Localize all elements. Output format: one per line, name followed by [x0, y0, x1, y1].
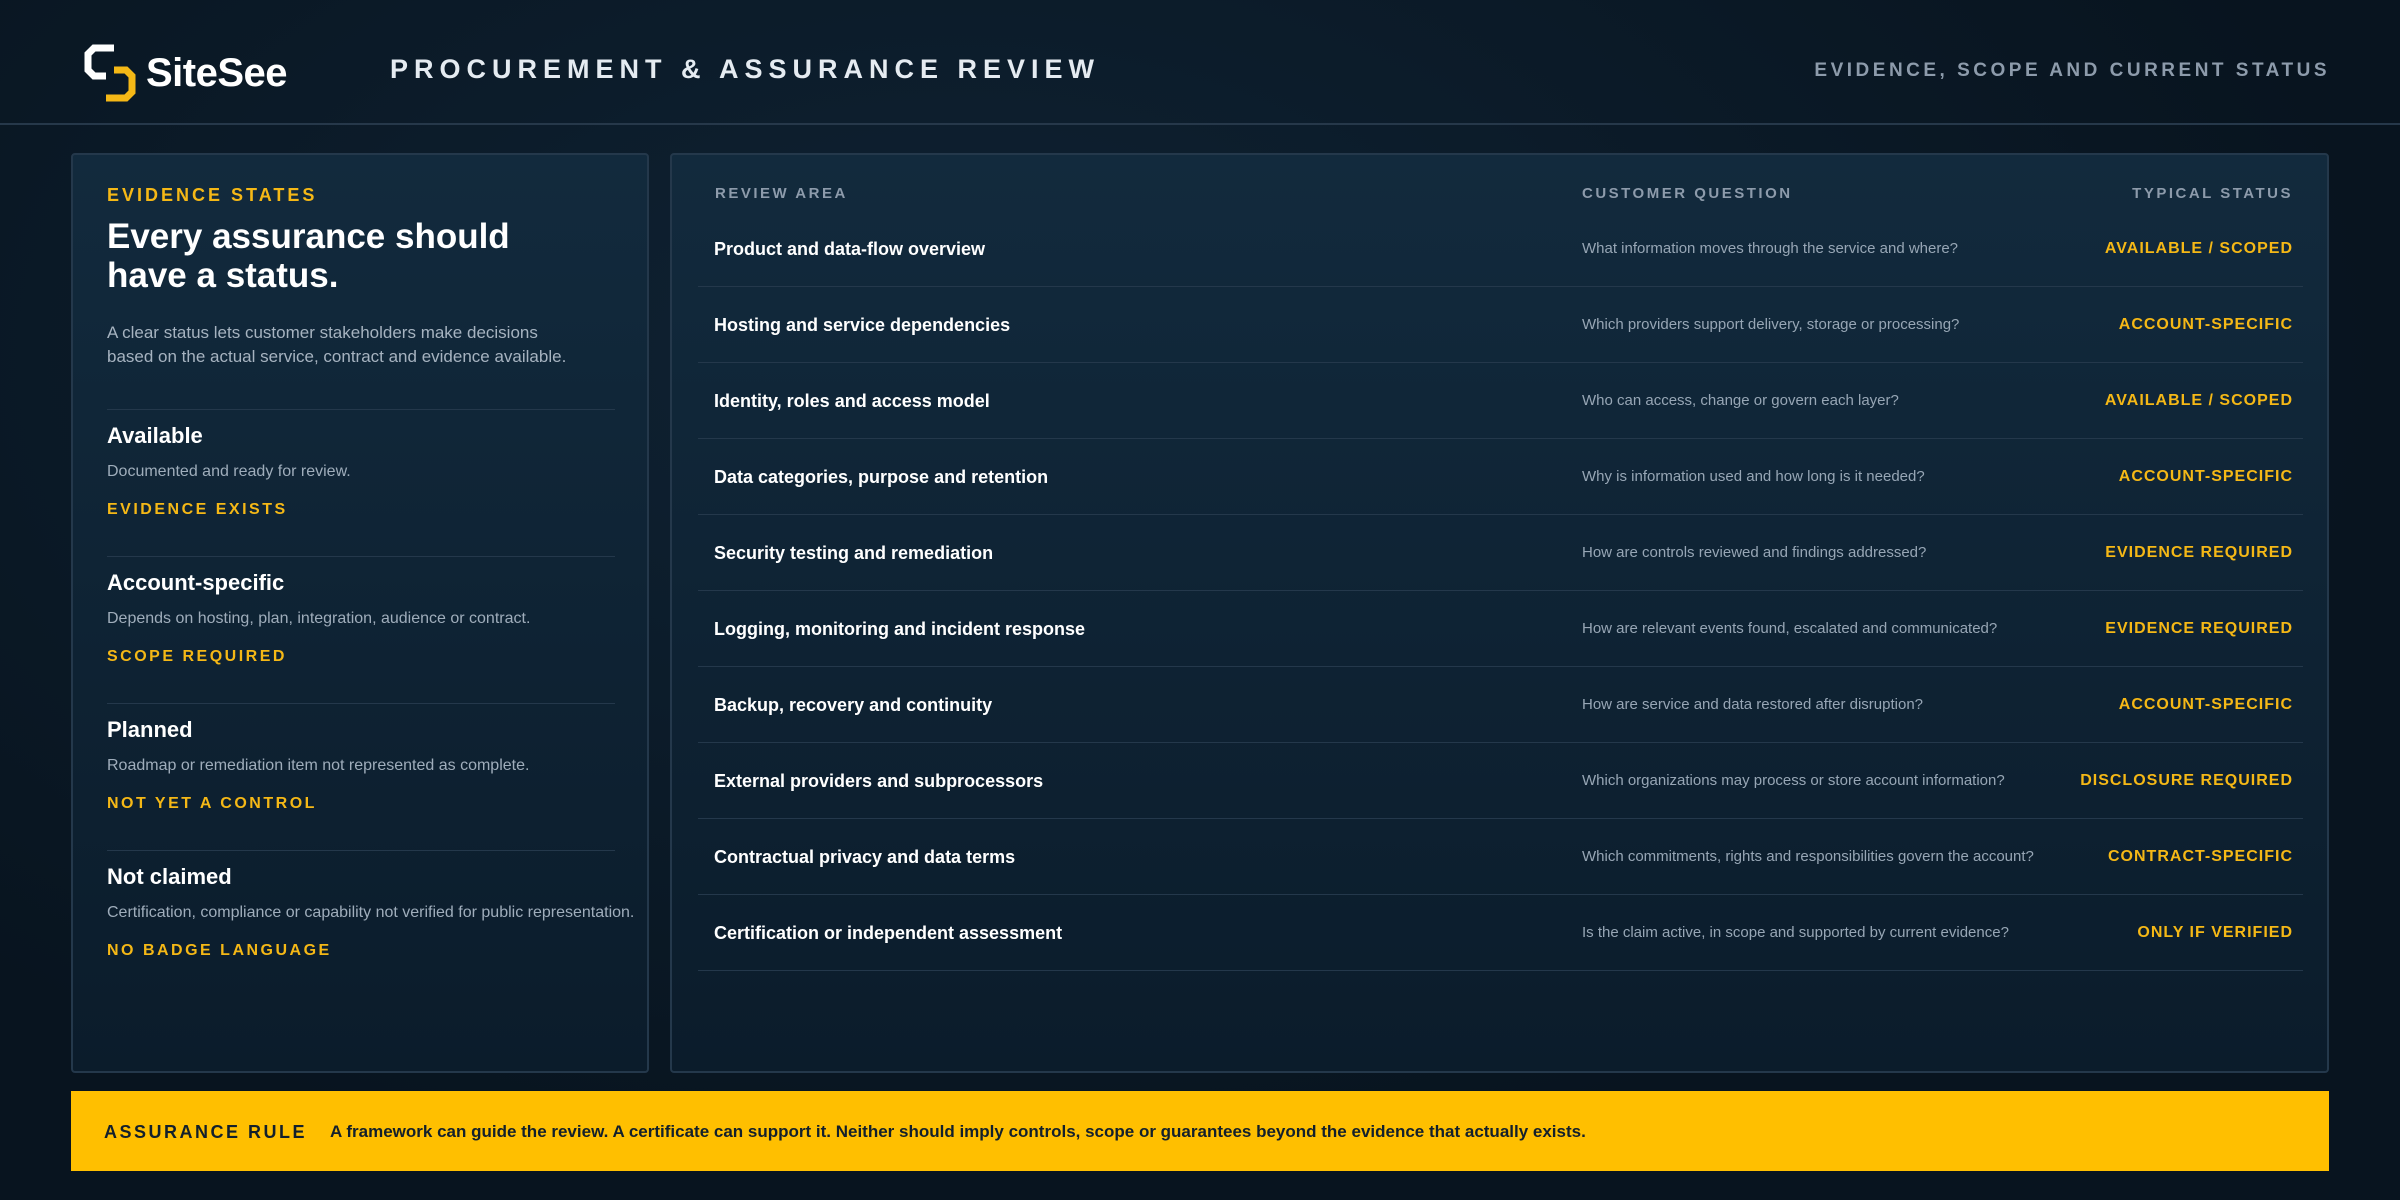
customer-question-cell: What information moves through the servi…	[1582, 240, 1959, 257]
table-row[interactable]: Logging, monitoring and incident respons…	[698, 591, 2303, 667]
column-header-question: CUSTOMER QUESTION	[1582, 185, 1793, 202]
customer-question-cell: How are service and data restored after …	[1582, 696, 1924, 713]
customer-question-cell: Which commitments, rights and responsibi…	[1582, 848, 2034, 865]
table-row[interactable]: External providers and subprocessors Whi…	[698, 743, 2303, 819]
table-row[interactable]: Hosting and service dependencies Which p…	[698, 287, 2303, 363]
sitesee-logo-icon	[84, 44, 136, 102]
state-tag: NO BADGE LANGUAGE	[107, 942, 332, 959]
customer-question-cell: Which providers support delivery, storag…	[1582, 316, 1960, 333]
review-table: REVIEW AREA CUSTOMER QUESTION TYPICAL ST…	[670, 153, 2329, 1073]
review-area-cell: Logging, monitoring and incident respons…	[714, 619, 1085, 639]
status-badge: ACCOUNT-SPECIFIC	[2118, 316, 2293, 333]
review-area-cell: Identity, roles and access model	[714, 391, 990, 411]
column-header-area: REVIEW AREA	[715, 185, 848, 202]
table-row[interactable]: Security testing and remediation How are…	[698, 515, 2303, 591]
panel-eyebrow: EVIDENCE STATES	[107, 185, 318, 205]
customer-question-cell: Why is information used and how long is …	[1582, 468, 1925, 485]
header: SiteSee PROCUREMENT & ASSURANCE REVIEW E…	[0, 0, 2400, 125]
table-row[interactable]: Product and data-flow overview What info…	[698, 211, 2303, 287]
rule-text: A framework can guide the review. A cert…	[330, 1122, 1586, 1141]
customer-question-cell: Who can access, change or govern each la…	[1582, 392, 1899, 409]
state-desc: Roadmap or remediation item not represen…	[107, 757, 530, 774]
review-area-cell: Security testing and remediation	[714, 543, 994, 563]
column-header-status: TYPICAL STATUS	[2132, 185, 2293, 202]
table-row[interactable]: Identity, roles and access model Who can…	[698, 363, 2303, 439]
review-area-cell: Data categories, purpose and retention	[714, 467, 1049, 487]
status-badge: AVAILABLE / SCOPED	[2104, 392, 2293, 409]
table-row[interactable]: Contractual privacy and data terms Which…	[698, 819, 2303, 895]
divider	[107, 850, 615, 851]
state-item-account-specific: Account-specific Depends on hosting, pla…	[107, 570, 647, 666]
status-badge: EVIDENCE REQUIRED	[2105, 544, 2293, 561]
status-badge: AVAILABLE / SCOPED	[2104, 240, 2293, 257]
panel-intro: A clear status lets customer stakeholder…	[107, 323, 567, 366]
page-subtitle: EVIDENCE, SCOPE AND CURRENT STATUS	[1814, 60, 2330, 81]
customer-question-cell: Which organizations may process or store…	[1582, 772, 2005, 789]
state-tag: SCOPE REQUIRED	[107, 648, 287, 665]
state-item-available: Available Documented and ready for revie…	[107, 423, 647, 519]
rule-label: ASSURANCE RULE	[104, 1122, 308, 1142]
divider	[107, 703, 615, 704]
status-badge: DISCLOSURE REQUIRED	[2080, 772, 2293, 789]
state-tag: NOT YET A CONTROL	[107, 795, 317, 812]
state-desc: Documented and ready for review.	[107, 463, 351, 480]
status-badge: ONLY IF VERIFIED	[2137, 924, 2293, 941]
table-row[interactable]: Backup, recovery and continuity How are …	[698, 667, 2303, 743]
status-badge: ACCOUNT-SPECIFIC	[2118, 468, 2293, 485]
page-title: PROCUREMENT & ASSURANCE REVIEW	[390, 54, 1101, 84]
status-badge: ACCOUNT-SPECIFIC	[2118, 696, 2293, 713]
table-row[interactable]: Certification or independent assessment …	[698, 895, 2303, 971]
state-tag: EVIDENCE EXISTS	[107, 501, 288, 518]
review-area-cell: Contractual privacy and data terms	[714, 847, 1016, 867]
state-desc: Depends on hosting, plan, integration, a…	[107, 610, 531, 627]
panel-heading: Every assurance should have a status.	[107, 217, 510, 295]
review-area-cell: Hosting and service dependencies	[714, 315, 1011, 335]
state-desc: Certification, compliance or capability …	[107, 904, 635, 921]
review-area-cell: External providers and subprocessors	[714, 771, 1044, 791]
evidence-states-panel: EVIDENCE STATES Every assurance should h…	[71, 153, 649, 1073]
state-title: Available	[107, 423, 203, 448]
state-item-not-claimed: Not claimed Certification, compliance or…	[107, 864, 647, 960]
review-area-cell: Product and data-flow overview	[714, 239, 986, 259]
table-row[interactable]: Data categories, purpose and retention W…	[698, 439, 2303, 515]
customer-question-cell: Is the claim active, in scope and suppor…	[1582, 924, 2009, 941]
divider	[107, 556, 615, 557]
logo-text: SiteSee	[146, 50, 288, 95]
logo[interactable]: SiteSee	[84, 44, 288, 102]
state-title: Not claimed	[107, 864, 232, 889]
customer-question-cell: How are relevant events found, escalated…	[1582, 620, 1998, 637]
review-area-cell: Certification or independent assessment	[714, 923, 1063, 943]
divider	[107, 409, 615, 410]
assurance-rule-banner: ASSURANCE RULE A framework can guide the…	[71, 1091, 2329, 1171]
state-item-planned: Planned Roadmap or remediation item not …	[107, 717, 647, 813]
customer-question-cell: How are controls reviewed and findings a…	[1582, 544, 1927, 561]
state-title: Account-specific	[107, 570, 285, 595]
status-badge: EVIDENCE REQUIRED	[2105, 620, 2293, 637]
status-badge: CONTRACT-SPECIFIC	[2108, 848, 2293, 865]
state-title: Planned	[107, 717, 193, 742]
review-area-cell: Backup, recovery and continuity	[714, 695, 993, 715]
